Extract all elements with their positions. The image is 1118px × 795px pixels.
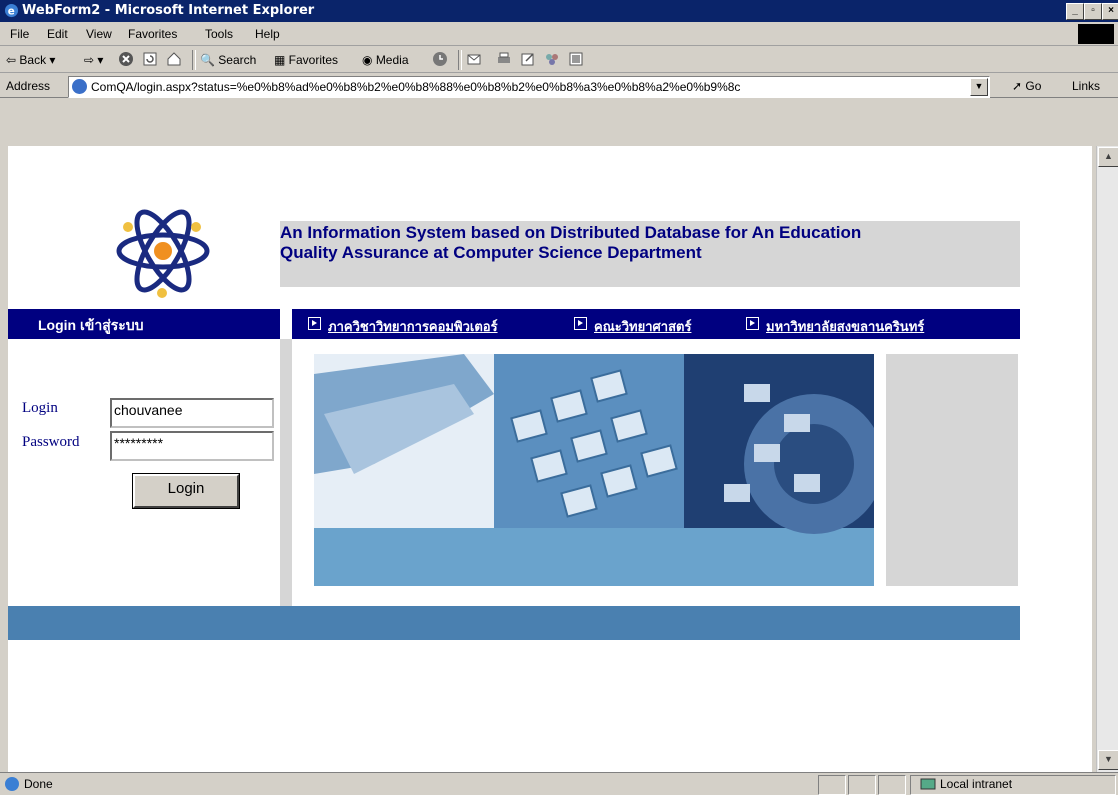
home-icon[interactable]: [166, 51, 182, 67]
address-dropdown-icon[interactable]: ▼: [970, 78, 988, 96]
refresh-icon[interactable]: [142, 51, 158, 67]
login-label: Login: [22, 400, 58, 416]
status-panel: [848, 775, 876, 795]
forward-button[interactable]: ⇨ ▾: [84, 53, 103, 67]
nav-arrow-icon: [746, 317, 759, 330]
scroll-up-icon[interactable]: ▲: [1098, 147, 1118, 167]
intranet-icon: [920, 778, 936, 790]
nav-link-university[interactable]: มหาวิทยาลัยสงขลานครินทร์: [766, 316, 924, 337]
ie-page-icon: [5, 777, 19, 791]
login-section-bar: Login เข้าสู่ระบบ: [8, 309, 280, 339]
login-input[interactable]: chouvanee: [110, 398, 274, 428]
close-button[interactable]: ×: [1102, 3, 1118, 20]
media-button[interactable]: ◉ Media: [362, 53, 409, 67]
vertical-scrollbar[interactable]: ▲ ▼: [1096, 146, 1118, 772]
search-label: Search: [218, 53, 257, 67]
page-title: An Information System based on Distribut…: [280, 223, 1000, 263]
header-band: An Information System based on Distribut…: [280, 221, 1020, 287]
address-label: Address: [6, 79, 51, 93]
go-label: Go: [1025, 79, 1042, 93]
nav-arrow-icon: [574, 317, 587, 330]
search-button[interactable]: 🔍 Search: [200, 53, 256, 67]
stop-icon[interactable]: [118, 51, 134, 67]
login-button[interactable]: Login: [132, 473, 240, 509]
history-icon[interactable]: [432, 51, 448, 67]
address-bar: Address ComQA/login.aspx?status=%e0%b8%a…: [0, 74, 1118, 98]
links-button[interactable]: Links: [1072, 79, 1100, 93]
media-label: Media: [375, 53, 409, 67]
favorites-button[interactable]: ▦ Favorites: [274, 53, 338, 67]
research-icon[interactable]: [568, 51, 584, 67]
windows-logo-icon: [1078, 24, 1114, 44]
favorites-label: Favorites: [288, 53, 339, 67]
page-title-line-1: An Information System based on Distribut…: [280, 223, 862, 242]
menu-view[interactable]: View: [86, 27, 112, 41]
nav-arrow-icon: [308, 317, 321, 330]
nav-bar: ภาควิชาวิทยาการคอมพิวเตอร์ คณะวิทยาศาสตร…: [292, 309, 1020, 339]
back-label: Back: [19, 53, 47, 67]
zone-label: Local intranet: [940, 777, 1013, 791]
scroll-down-icon[interactable]: ▼: [1098, 750, 1118, 770]
edit-icon[interactable]: [520, 51, 536, 67]
toolbar-separator: [458, 50, 462, 70]
password-input[interactable]: *********: [110, 431, 274, 461]
window-title: WebForm2 - Microsoft Internet Explorer: [22, 3, 315, 18]
status-bar: Done Local intranet: [0, 772, 1118, 795]
password-label: Password: [22, 434, 80, 450]
menu-bar: File Edit View Favorites Tools Help: [0, 22, 1118, 46]
login-section-title: Login เข้าสู่ระบบ: [38, 317, 144, 333]
title-bar: e WebForm2 - Microsoft Internet Explorer…: [0, 0, 1118, 22]
address-input[interactable]: ComQA/login.aspx?status=%e0%b8%ad%e0%b8%…: [68, 76, 990, 98]
svg-text:e: e: [8, 5, 15, 17]
menu-favorites[interactable]: Favorites: [128, 27, 177, 41]
banner-image: [314, 354, 874, 586]
footer-bar: [8, 606, 1020, 640]
back-button[interactable]: ⇦ Back ▾: [6, 53, 55, 67]
menu-file[interactable]: File: [10, 27, 29, 41]
go-button[interactable]: ➚ Go: [1012, 79, 1041, 93]
address-url: ComQA/login.aspx?status=%e0%b8%ad%e0%b8%…: [91, 80, 741, 94]
menu-edit[interactable]: Edit: [47, 27, 68, 41]
print-icon[interactable]: [496, 51, 512, 67]
nav-link-computer-science[interactable]: ภาควิชาวิทยาการคอมพิวเตอร์: [328, 316, 498, 337]
side-panel: [886, 354, 1018, 586]
toolbar-separator: [192, 50, 196, 70]
nav-link-faculty-of-science[interactable]: คณะวิทยาศาสตร์: [594, 316, 691, 337]
status-panel: [818, 775, 846, 795]
status-text: Done: [24, 777, 53, 791]
messenger-icon[interactable]: [544, 51, 560, 67]
status-panel: [878, 775, 906, 795]
column-divider: [280, 339, 292, 606]
page-content: An Information System based on Distribut…: [8, 146, 1092, 772]
menu-help[interactable]: Help: [255, 27, 280, 41]
minimize-button[interactable]: _: [1066, 3, 1084, 20]
mail-icon[interactable]: [466, 51, 482, 67]
atom-logo-icon: [116, 209, 210, 298]
toolbar: ⇦ Back ▾ ⇨ ▾ 🔍 Search ▦ Favorites ◉ Medi…: [0, 47, 1118, 73]
page-icon: [72, 79, 87, 94]
ie-icon: e: [4, 3, 19, 17]
maximize-button[interactable]: ▫: [1084, 3, 1102, 20]
page-title-line-2: Quality Assurance at Computer Science De…: [280, 243, 702, 262]
menu-tools[interactable]: Tools: [205, 27, 233, 41]
